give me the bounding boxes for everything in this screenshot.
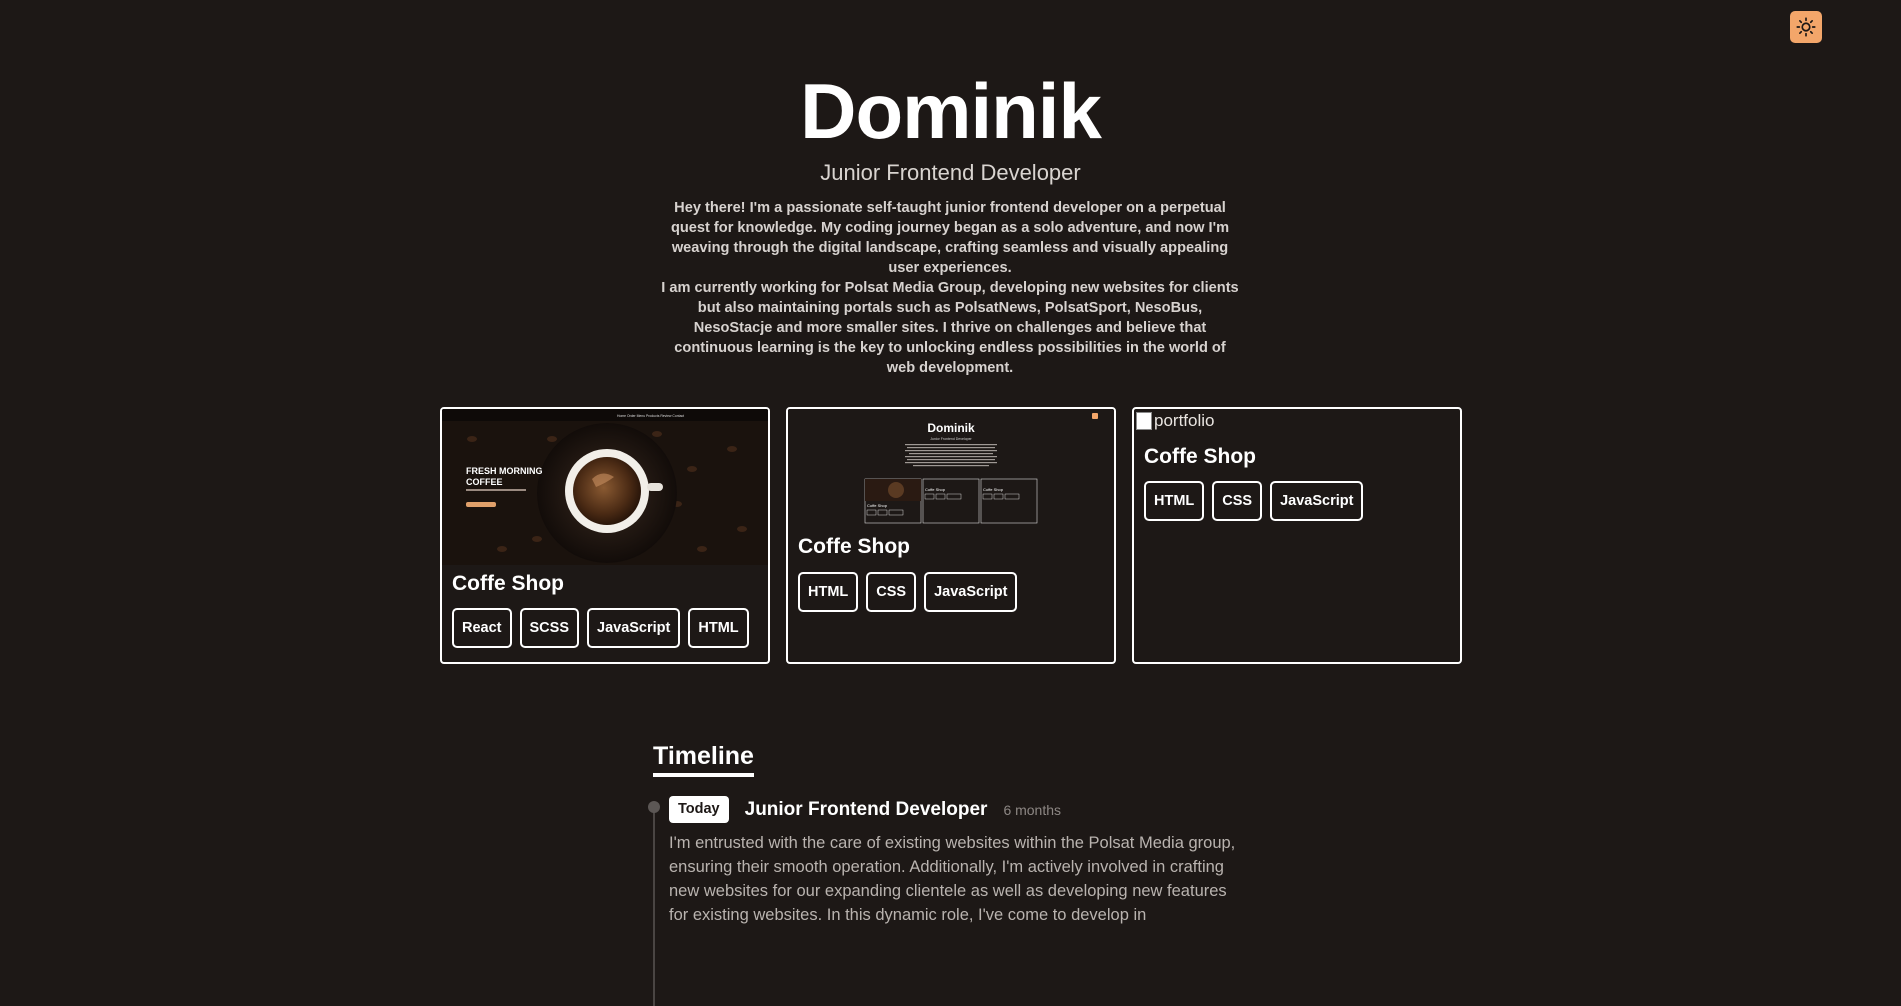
broken-image-placeholder: portfolio <box>1136 411 1214 431</box>
timeline-entry-header: Today Junior Frontend Developer 6 months <box>669 796 1259 823</box>
tag[interactable]: JavaScript <box>587 608 681 648</box>
image-alt-text: portfolio <box>1154 411 1215 430</box>
tag-list: HTML CSS JavaScript <box>798 572 1018 612</box>
svg-text:FRESH MORNING: FRESH MORNING <box>466 466 543 476</box>
tag[interactable]: SCSS <box>519 608 579 648</box>
tag[interactable]: HTML <box>1144 481 1205 521</box>
broken-image-icon <box>1136 412 1152 430</box>
project-card[interactable]: portfolio Coffe Shop HTML CSS JavaScript <box>1132 407 1462 664</box>
timeline-section: Timeline Today Junior Frontend Developer… <box>648 740 1253 1006</box>
theme-toggle-button[interactable] <box>1790 11 1822 43</box>
timeline-heading: Timeline <box>653 740 754 777</box>
project-card[interactable]: Home Order Menu Products Review Contact … <box>440 407 770 664</box>
svg-text:Dominik: Dominik <box>927 421 975 435</box>
tag[interactable]: JavaScript <box>1270 481 1364 521</box>
page-title: Dominik <box>800 67 1102 155</box>
tag[interactable]: CSS <box>866 572 917 612</box>
project-thumbnail: Dominik Junior Frontend Developer Coffe … <box>788 409 1114 529</box>
projects-grid: Home Order Menu Products Review Contact … <box>440 407 1464 665</box>
svg-text:Coffe Shop: Coffe Shop <box>925 487 946 492</box>
page-subtitle: Junior Frontend Developer <box>820 160 1081 185</box>
project-title: Coffe Shop <box>452 572 564 595</box>
bio-text: Hey there! I'm a passionate self-taught … <box>660 198 1240 378</box>
bio-paragraph-1: Hey there! I'm a passionate self-taught … <box>670 200 1230 276</box>
sun-icon <box>1796 17 1816 37</box>
timeline-role: Junior Frontend Developer <box>744 798 988 820</box>
tag-list: React SCSS JavaScript HTML <box>452 608 749 648</box>
svg-text:Home Order Menu Products R: Home Order Menu Products Review Contact <box>617 414 684 418</box>
tag[interactable]: JavaScript <box>924 572 1018 612</box>
timeline-line <box>653 806 655 1006</box>
svg-text:COFFEE: COFFEE <box>466 477 503 487</box>
svg-text:Coffe Shop: Coffe Shop <box>983 487 1004 492</box>
svg-text:Coffe Shop: Coffe Shop <box>867 503 888 508</box>
bio-paragraph-2: I am currently working for Polsat Media … <box>661 280 1239 376</box>
timeline-badge: Today <box>669 796 729 823</box>
timeline-dot <box>648 801 660 813</box>
tag[interactable]: HTML <box>688 608 749 648</box>
svg-text:Junior Frontend Developer: Junior Frontend Developer <box>930 437 972 441</box>
timeline-entry: Today Junior Frontend Developer 6 months… <box>669 796 1259 927</box>
project-card[interactable]: Dominik Junior Frontend Developer Coffe … <box>786 407 1116 664</box>
project-title: Coffe Shop <box>798 535 910 558</box>
tag[interactable]: HTML <box>798 572 859 612</box>
tag[interactable]: React <box>452 608 512 648</box>
timeline-duration: 6 months <box>1003 801 1062 818</box>
tag-list: HTML CSS JavaScript <box>1144 481 1364 521</box>
project-title: Coffe Shop <box>1144 445 1256 468</box>
tag[interactable]: CSS <box>1212 481 1263 521</box>
project-thumbnail: Home Order Menu Products Review Contact … <box>442 409 768 565</box>
